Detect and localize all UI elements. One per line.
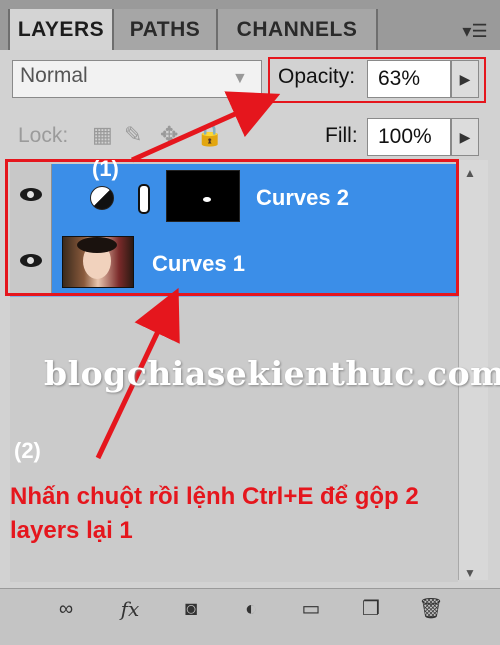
folder-icon[interactable]: ▭ <box>296 596 326 622</box>
mask-icon[interactable]: ◙ <box>176 596 206 622</box>
fx-icon[interactable]: fx <box>112 596 148 622</box>
new-layer-icon[interactable]: ❐ <box>356 596 386 622</box>
instruction-text: Nhấn chuột rồi lệnh Ctrl+E để gộp 2 laye… <box>10 483 419 544</box>
watermark-text: blogchiasekienthuc.com <box>44 354 500 393</box>
link-layers-icon[interactable]: ∞ <box>46 596 86 622</box>
step-2-label: (2) <box>14 438 41 463</box>
adjustment-layer-icon[interactable]: ◐ <box>234 596 268 622</box>
step-1-label: (1) <box>92 156 119 181</box>
trash-icon[interactable]: 🗑 <box>416 596 446 622</box>
